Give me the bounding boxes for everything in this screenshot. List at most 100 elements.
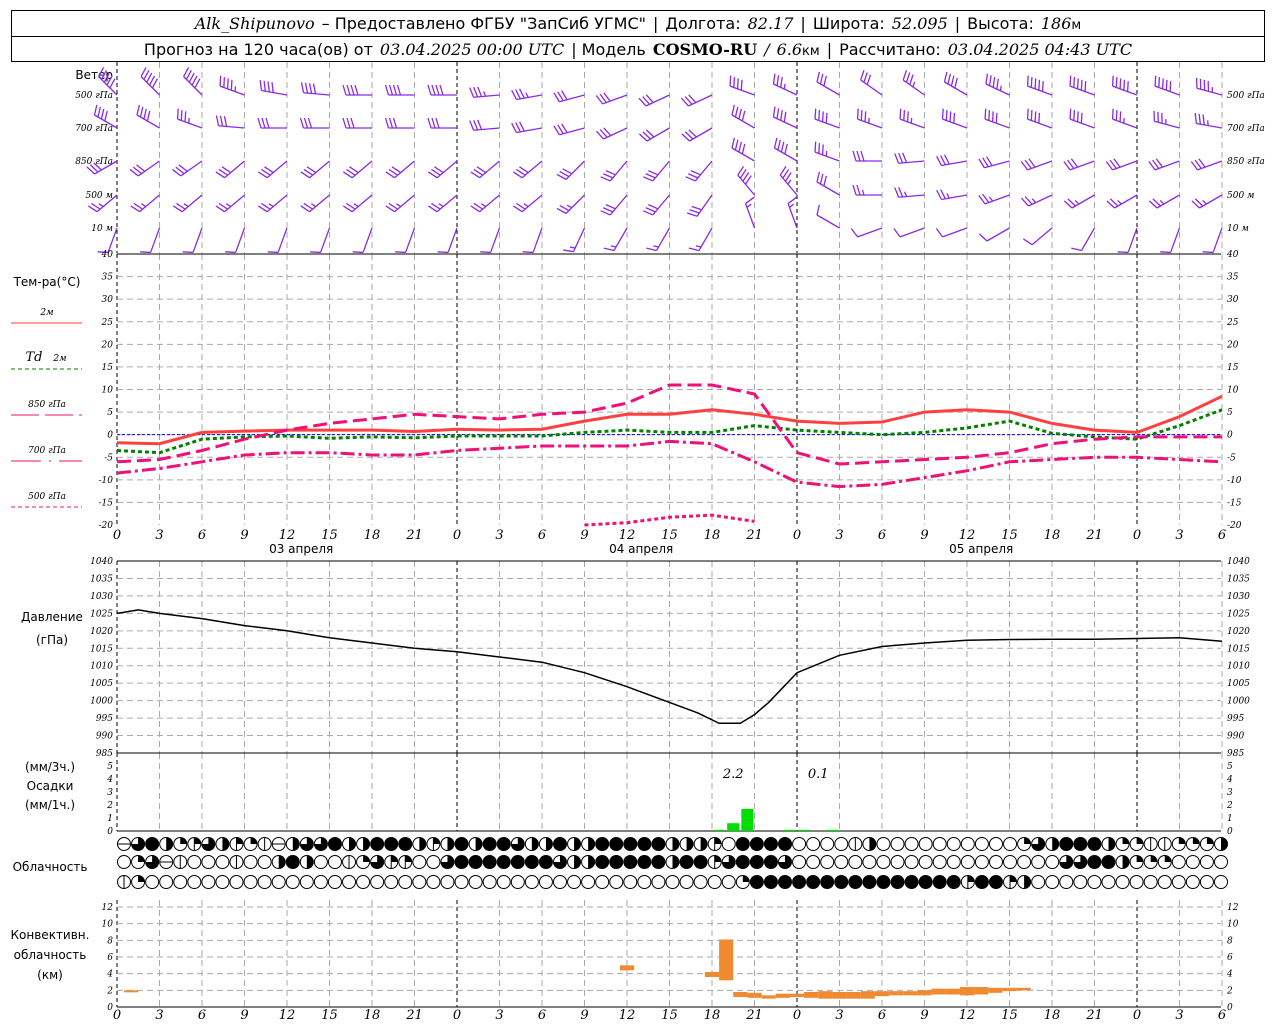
cloud-cover-symbol [918,875,933,889]
cloud-circle [834,875,849,889]
wind-barb-feather [215,115,220,126]
wind-barb-feather [860,150,865,162]
wind-barb-feather [734,106,739,118]
wind-barb-feather [1076,111,1079,122]
cloud-cover-symbol [243,875,258,889]
cloud-cover-symbol [1115,855,1130,869]
y-tick-label: 35 [102,273,114,283]
y-tick-label-right: 0 [1227,827,1233,837]
wind-barb-feather [1117,251,1129,254]
wind-barb-feather [985,73,989,85]
cloud-cover-symbol [820,855,835,869]
wind-barb-half-feather [787,179,792,185]
cloud-fill [1024,875,1031,889]
wind-barb [731,137,755,162]
wind-barb [480,227,501,254]
cloud-cover-symbol [693,875,708,889]
x-tick-label: 0 [793,528,801,543]
wind-barb-feather [605,204,616,210]
cloud-cover-symbol [299,855,314,869]
cloud-circle [1031,875,1046,889]
wind-barb [856,108,883,129]
wind-barb-feather [894,187,900,198]
wind-barb-feather [783,111,787,123]
wind-barb-feather [310,251,321,254]
cloud-fill [363,855,370,862]
cloud-cover-symbol [581,837,596,851]
cloud-cover-symbol [215,875,230,889]
cloud-cover-symbol [665,875,680,889]
cloud-circle [820,855,835,869]
wind-barb-half-feather [1074,199,1080,205]
wind-barb-feather [384,84,390,96]
wind-barb-feather [185,69,192,80]
day-label: 03 апреля [269,542,333,556]
cloud-cover-symbol [890,855,905,869]
wind-barb [744,196,756,229]
y-tick-label: 12 [102,903,114,913]
cloud-circle [848,875,863,889]
cloud-cover-symbol [806,875,821,889]
wind-barb-feather [511,122,517,133]
cloud-cover-symbol [988,875,1003,889]
wind-barb-feather [1126,81,1129,92]
wind-barb [642,194,670,216]
cloud-cover-symbol [201,875,216,889]
cloud-fill [1192,837,1200,844]
cloud-cover-symbol [468,837,483,851]
wind-barb-half-feather [653,245,659,248]
wind-barb-feather [819,73,824,85]
cloud-circle [370,875,385,889]
wind-barb [1148,158,1180,171]
wind-barb-staff [1031,227,1053,246]
wind-barb-feather [642,210,654,216]
wind-barb-feather [899,108,902,120]
conv-axis-label: Конвективн. [11,928,90,942]
wind-barb-feather [342,117,347,129]
cloud-circle [1003,837,1018,851]
cloud-cover-symbol [609,875,624,889]
cloud-cover-symbol [131,837,146,851]
wind-barb-feather [1161,78,1164,89]
wind-barb [936,154,968,167]
wind-level-label-right: 500 м [1227,191,1255,201]
convective-cloud-bar [761,995,776,999]
x-tick-label-bottom: 0 [453,1008,461,1023]
wind-barb-feather [1160,251,1171,254]
y-tick-label: 1 [107,814,113,824]
wind-barb [772,106,798,129]
wind-barb-half-feather [610,245,617,248]
cloud-fill [419,837,426,851]
cloud-circle [932,837,947,851]
wind-barb [225,227,246,254]
cloud-circle [721,837,736,851]
wind-barb [427,117,457,129]
wind-barb [427,160,458,179]
cloud-circle [721,875,736,889]
y-tick-label: -5 [104,453,113,463]
cloud-circle [974,837,989,851]
wind-barb-feather [1038,112,1041,124]
cloud-cover-symbol [173,855,188,869]
cloud-cover-symbol [749,875,764,889]
cloud-cover-symbol [482,837,497,851]
cloud-circle [918,837,933,851]
cloud-circle [1185,875,1200,889]
wind-barb-half-feather [988,196,994,202]
cloud-circle [327,855,342,869]
wind-barb-feather [473,86,479,98]
cloud-circle [187,855,202,869]
precip-3h-total: 2.2 [722,767,744,782]
wind-barb [1153,110,1180,129]
wind-barb-half-feather [861,189,865,196]
cloud-fill [1122,837,1130,844]
y-tick-label-right: 1010 [1227,662,1250,672]
convective-cloud-bar [931,988,946,995]
wind-barb-feather [392,84,398,96]
cloud-cover-symbol [763,875,778,889]
cloud-cover-symbol [159,875,174,889]
wind-barb [1105,158,1138,171]
wind-barb-feather [825,112,828,124]
wind-barb-feather [688,173,699,179]
wind-barb [182,227,203,254]
